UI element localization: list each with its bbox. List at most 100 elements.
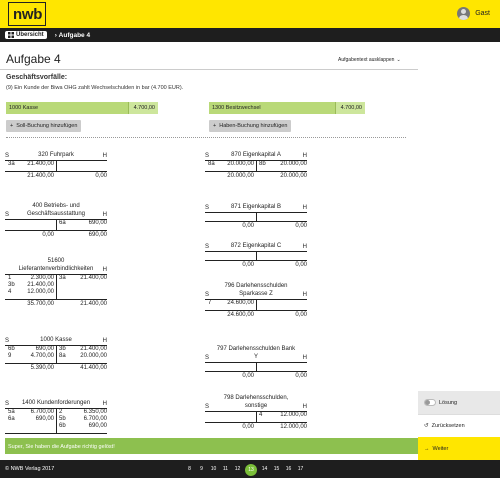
soll-amount: 24.600,00	[227, 300, 254, 306]
next-label: Weiter	[432, 445, 449, 452]
soll-amount: 21.400,00	[27, 161, 54, 167]
t-account-ek-b: S 871 Eigenkapital B H 0,00 0,00	[205, 202, 307, 229]
haben-amount-field[interactable]: 4.700,00	[335, 102, 365, 114]
add-soll-button[interactable]: + Soll-Buchung hinzufügen	[6, 120, 82, 132]
soll-side-label: S	[205, 404, 210, 410]
haben-ref: 5b	[59, 416, 66, 422]
booking-row: 7 24.600,00	[205, 300, 307, 307]
account-name: 1000 Kasse	[40, 337, 72, 343]
haben-booking-entry[interactable]: 1300 Besitzwechsel 4.700,00	[209, 102, 365, 114]
t-account-totals: 0,00 0,00	[205, 221, 307, 229]
plus-icon: +	[10, 123, 14, 129]
next-button[interactable]: → Weiter	[418, 437, 500, 460]
soll-booking-entry[interactable]: 1000 Kasse 4.700,00	[6, 102, 158, 114]
booking-row: 6a 690,00	[5, 220, 107, 227]
soll-amount: 2.300,00	[30, 275, 54, 281]
soll-amount: 6.700,00	[30, 409, 54, 415]
soll-ref: 8a	[208, 161, 215, 167]
account-name: 870 Eigenkapital A	[231, 152, 281, 158]
t-account-header: 51600 Lieferantenverbindlichkeiten H	[5, 258, 107, 275]
page-number[interactable]: 11	[221, 461, 230, 477]
soll-amount: 4.700,00	[30, 353, 54, 359]
haben-amount: 690,00	[88, 423, 107, 429]
overview-button[interactable]: Übersicht	[5, 31, 47, 39]
reset-label: Zurücksetzen	[431, 423, 465, 429]
soll-side-label: S	[205, 244, 210, 250]
t-account-totals: 0,00 690,00	[5, 230, 107, 238]
haben-total: 0,00	[295, 312, 307, 318]
t-account-ek-c: S 872 Eigenkapital C H 0,00 0,00	[205, 241, 307, 268]
page-number[interactable]: 16	[284, 461, 293, 477]
t-account-totals: 5.390,00 41.400,00	[5, 363, 107, 371]
task-text-toggle-label: Aufgabentext ausklappen	[338, 57, 395, 63]
t-account-darl-y: S 797 Darlehensschulden Bank Y H 0,00 0,00	[205, 345, 307, 379]
soll-ref: 3a	[8, 161, 15, 167]
account-name: 797 Darlehensschulden Bank Y	[216, 346, 296, 360]
solution-toggle[interactable]: Lösung	[418, 391, 500, 414]
haben-amount: 690,00	[88, 220, 107, 226]
page-number[interactable]: 12	[233, 461, 242, 477]
t-account-header: S 1000 Kasse H	[5, 335, 107, 346]
soll-total: 35.700,00	[27, 301, 54, 307]
chevron-down-icon: ⌄	[396, 57, 401, 63]
breadcrumb: › Aufgabe 4	[54, 31, 91, 39]
page-title: Aufgabe 4	[6, 52, 61, 66]
nwb-logo[interactable]: nwb	[8, 2, 46, 26]
page-number[interactable]: 14	[260, 461, 269, 477]
haben-side-label: H	[102, 153, 107, 159]
booking-row: 8a 20.000,00 8b 20.000,00	[205, 161, 307, 168]
soll-side-label: S	[205, 355, 210, 361]
booking-row: 6b 690,00	[5, 423, 107, 430]
soll-amount-field[interactable]: 4.700,00	[128, 102, 158, 114]
side-panel: Lösung ↺ Zurücksetzen → Weiter	[418, 391, 500, 460]
page-number[interactable]: 9	[197, 461, 206, 477]
t-account-divider	[256, 363, 257, 371]
booking-row: 4 12.000,00	[205, 412, 307, 419]
page-number[interactable]: 13	[245, 464, 257, 476]
task-content: Aufgabe 4 Aufgabentext ausklappen ⌄ Gesch…	[0, 42, 418, 454]
haben-side-label: H	[302, 205, 307, 211]
plus-icon: +	[213, 123, 217, 129]
haben-total: 0,00	[295, 223, 307, 229]
task-text-toggle[interactable]: Aufgabentext ausklappen ⌄	[338, 57, 401, 63]
page-number[interactable]: 10	[209, 461, 218, 477]
haben-total: 41.400,00	[80, 365, 107, 371]
haben-amount: 6.700,00	[83, 416, 107, 422]
business-case-text: (9) Ein Kunde der Biwa OHG zahlt Wechsel…	[6, 85, 184, 91]
t-account-header: S 796 Darlehensschulden Sparkasse Z H	[205, 282, 307, 300]
footer: © NWB Verlag 2017 8 9 10 11 12 13 14 15 16 17	[0, 460, 500, 478]
haben-amount: 12.000,00	[280, 412, 307, 418]
t-account-totals: 24.600,00 0,00	[205, 310, 307, 318]
haben-amount: 21.400,00	[80, 275, 107, 281]
soll-ref: 6a	[8, 416, 15, 422]
booking-row: 9 4.700,00 8a 20.000,00	[5, 353, 107, 360]
t-account-totals: 0,00 12.000,00	[205, 422, 307, 430]
grid-icon	[8, 32, 14, 38]
page-number[interactable]: 15	[272, 461, 281, 477]
toggle-switch-icon	[424, 399, 436, 406]
haben-side-label: H	[102, 212, 107, 218]
user-menu[interactable]: Gast	[457, 7, 490, 20]
soll-account-name: 1000 Kasse	[9, 105, 39, 111]
t-account-divider	[256, 252, 257, 260]
soll-side-label: S	[5, 401, 10, 407]
t-account-lieferanten: 51600 Lieferantenverbindlichkeiten H 1 2.30…	[5, 258, 107, 307]
soll-total: 24.600,00	[227, 312, 254, 318]
account-name: 320 Fuhrpark	[38, 152, 74, 158]
haben-side-label: H	[102, 401, 107, 407]
haben-ref: 3a	[59, 275, 66, 281]
page-number[interactable]: 17	[296, 461, 305, 477]
haben-total: 690,00	[88, 232, 107, 238]
haben-amount: 20.000,00	[280, 161, 307, 167]
breadcrumb-current: Aufgabe 4	[58, 31, 91, 39]
t-account-header: S 400 Betriebs- und Geschäftsausstattung H	[5, 202, 107, 220]
reset-button[interactable]: ↺ Zurücksetzen	[418, 414, 500, 437]
add-haben-button[interactable]: + Haben-Buchung hinzufügen	[209, 120, 292, 132]
haben-ref: 6a	[59, 220, 66, 226]
soll-ref: 4	[8, 289, 12, 295]
t-account-header: S 871 Eigenkapital B H	[205, 202, 307, 213]
haben-ref: 8b	[259, 161, 266, 167]
user-name: Gast	[475, 10, 490, 17]
page-number[interactable]: 8	[185, 461, 194, 477]
haben-total: 21.400,00	[80, 301, 107, 307]
